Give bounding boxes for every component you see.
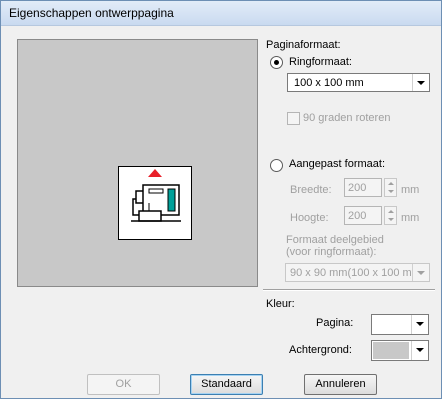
rotate-label: 90 graden roteren xyxy=(303,112,391,124)
ring-format-value: 100 x 100 mm xyxy=(294,77,364,89)
dialog-title: Eigenschappen ontwerppagina xyxy=(9,6,174,20)
chevron-down-icon xyxy=(411,315,428,334)
title-bar: Eigenschappen ontwerppagina xyxy=(1,1,441,26)
width-stepper[interactable] xyxy=(384,178,397,197)
custom-format-radio[interactable] xyxy=(270,159,283,172)
bg-color-label: Achtergrond: xyxy=(289,344,352,356)
machine-preview-box xyxy=(118,166,192,240)
area-label-1: Formaat deelgebied xyxy=(286,234,384,246)
width-unit: mm xyxy=(401,184,420,196)
ring-format-radio[interactable] xyxy=(270,56,283,69)
page-preview xyxy=(17,39,258,287)
page-color-select[interactable] xyxy=(371,314,429,335)
area-label-2: (voor ringformaat): xyxy=(286,246,377,258)
height-stepper[interactable] xyxy=(384,206,397,225)
page-color-swatch xyxy=(373,316,409,333)
divider xyxy=(263,289,435,291)
width-input[interactable]: 200 xyxy=(344,178,382,197)
cancel-button[interactable]: Annuleren xyxy=(304,374,377,395)
color-label: Kleur: xyxy=(266,298,295,310)
area-size-select[interactable]: 90 x 90 mm(100 x 100 mm xyxy=(285,263,430,282)
width-value: 200 xyxy=(348,182,367,194)
custom-format-label: Aangepast formaat: xyxy=(289,158,386,170)
bg-color-select[interactable] xyxy=(371,340,429,361)
page-color-label: Pagina: xyxy=(316,317,354,329)
page-format-label: Paginaformaat: xyxy=(266,39,341,51)
height-input[interactable]: 200 xyxy=(344,206,382,225)
rotate-checkbox[interactable] xyxy=(287,112,300,125)
height-label: Hoogte: xyxy=(290,212,329,224)
chevron-down-icon xyxy=(412,264,429,281)
chevron-down-icon xyxy=(411,341,428,360)
ring-format-select[interactable]: 100 x 100 mm xyxy=(287,73,430,92)
bg-color-swatch xyxy=(373,342,409,359)
dialog-window: Eigenschappen ontwerppagina Paginaformaa… xyxy=(0,0,442,399)
height-value: 200 xyxy=(348,210,367,222)
sewing-machine-icon xyxy=(131,169,181,222)
ring-format-label: Ringformaat: xyxy=(289,56,352,68)
height-unit: mm xyxy=(401,212,420,224)
default-button[interactable]: Standaard xyxy=(190,374,263,395)
width-label: Breedte: xyxy=(290,184,332,196)
chevron-down-icon xyxy=(412,74,429,91)
ok-button[interactable]: OK xyxy=(87,374,160,395)
area-size-value: 90 x 90 mm(100 x 100 mm xyxy=(290,267,412,279)
